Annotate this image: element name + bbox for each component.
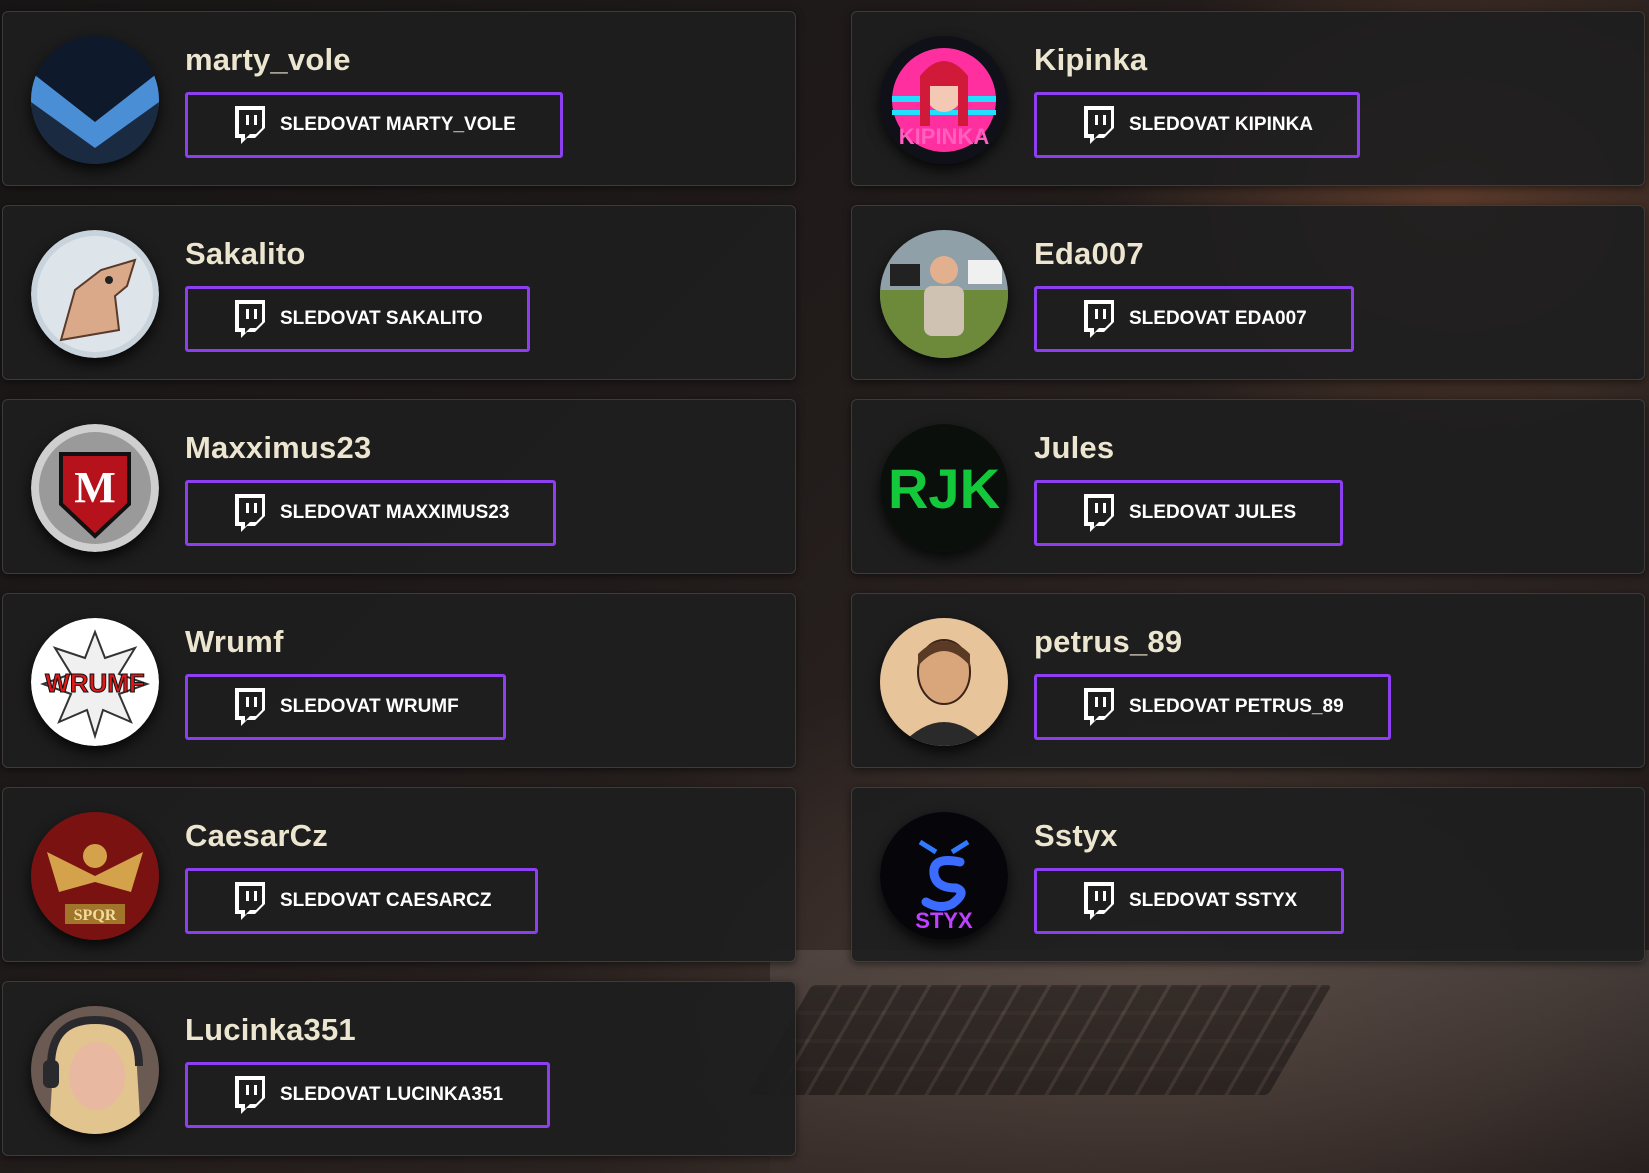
follow-button[interactable]: SLEDOVAT KIPINKA [1034,92,1361,158]
avatar: RJK [880,424,1008,552]
twitch-icon [232,882,266,920]
svg-text:SPQR: SPQR [74,907,117,924]
follow-button[interactable]: SLEDOVAT SSTYX [1034,868,1345,934]
streamer-name: Kipinka [1034,42,1148,77]
streamer-card-caesarcz: SPQR CaesarCz SLEDOVAT CAESARCZ [2,787,796,962]
follow-button-label: SLEDOVAT EDA007 [1129,308,1307,329]
twitch-icon [1081,494,1115,532]
avatar [880,230,1008,358]
avatar [31,230,159,358]
svg-text:STYX: STYX [915,908,973,933]
follow-button[interactable]: SLEDOVAT SAKALITO [185,286,530,352]
streamer-card-kipinka: KIPINKA Kipinka SLEDOVAT KIPINKA [851,11,1645,186]
avatar [880,618,1008,746]
avatar: STYX [880,812,1008,940]
streamer-name: Maxximus23 [185,430,372,465]
follow-button-label: SLEDOVAT CAESARCZ [280,890,492,911]
follow-button[interactable]: SLEDOVAT MAXXIMUS23 [185,480,557,546]
streamer-name: Lucinka351 [185,1012,356,1047]
follow-button-label: SLEDOVAT KIPINKA [1129,114,1314,135]
streamer-card-petrus-89: petrus_89 SLEDOVAT PETRUS_89 [851,593,1645,768]
follow-button-label: SLEDOVAT SSTYX [1129,890,1298,911]
follow-button-label: SLEDOVAT SAKALITO [280,308,483,329]
twitch-icon [1081,106,1115,144]
streamer-name: Wrumf [185,624,284,659]
twitch-icon [1081,300,1115,338]
twitch-icon [232,494,266,532]
avatar: SPQR [31,812,159,940]
streamer-card-sakalito: Sakalito SLEDOVAT SAKALITO [2,205,796,380]
follow-button[interactable]: SLEDOVAT LUCINKA351 [185,1062,551,1128]
follow-button[interactable]: SLEDOVAT CAESARCZ [185,868,539,934]
follow-button[interactable]: SLEDOVAT JULES [1034,480,1344,546]
streamer-card-marty-vole: marty_vole SLEDOVAT MARTY_VOLE [2,11,796,186]
follow-button[interactable]: SLEDOVAT EDA007 [1034,286,1354,352]
twitch-icon [232,106,266,144]
follow-button-label: SLEDOVAT MAXXIMUS23 [280,502,510,523]
svg-text:KIPINKA: KIPINKA [899,124,990,149]
twitch-icon [232,1076,266,1114]
follow-button-label: SLEDOVAT JULES [1129,502,1297,523]
avatar [31,36,159,164]
follow-button[interactable]: SLEDOVAT WRUMF [185,674,506,740]
streamer-card-jules: RJK Jules SLEDOVAT JULES [851,399,1645,574]
streamer-name: petrus_89 [1034,624,1183,659]
streamer-name: Sstyx [1034,818,1118,853]
streamer-name: CaesarCz [185,818,328,853]
follow-button-label: SLEDOVAT WRUMF [280,696,459,717]
avatar: KIPINKA [880,36,1008,164]
streamer-name: Eda007 [1034,236,1144,271]
follow-button-label: SLEDOVAT PETRUS_89 [1129,696,1344,717]
follow-button-label: SLEDOVAT LUCINKA351 [280,1084,504,1105]
streamer-card-eda007: Eda007 SLEDOVAT EDA007 [851,205,1645,380]
streamer-name: Jules [1034,430,1115,465]
follow-button-label: SLEDOVAT MARTY_VOLE [280,114,516,135]
twitch-icon [1081,882,1115,920]
svg-text:RJK: RJK [888,457,1000,520]
streamer-name: marty_vole [185,42,351,77]
follow-button[interactable]: SLEDOVAT MARTY_VOLE [185,92,563,158]
streamer-grid: marty_vole SLEDOVAT MARTY_VOLE KIPINKA K… [0,0,1649,1173]
svg-text:M: M [74,463,116,512]
streamer-name: Sakalito [185,236,306,271]
follow-button[interactable]: SLEDOVAT PETRUS_89 [1034,674,1391,740]
svg-text:WRUMF: WRUMF [45,668,145,698]
avatar: M [31,424,159,552]
twitch-icon [1081,688,1115,726]
twitch-icon [232,300,266,338]
streamer-card-wrumf: WRUMF Wrumf SLEDOVAT WRUMF [2,593,796,768]
avatar [31,1006,159,1134]
avatar: WRUMF [31,618,159,746]
streamer-card-sstyx: STYX Sstyx SLEDOVAT SSTYX [851,787,1645,962]
streamer-card-lucinka351: Lucinka351 SLEDOVAT LUCINKA351 [2,981,796,1156]
streamer-card-maxximus23: M Maxximus23 SLEDOVAT MAXXIMUS23 [2,399,796,574]
twitch-icon [232,688,266,726]
